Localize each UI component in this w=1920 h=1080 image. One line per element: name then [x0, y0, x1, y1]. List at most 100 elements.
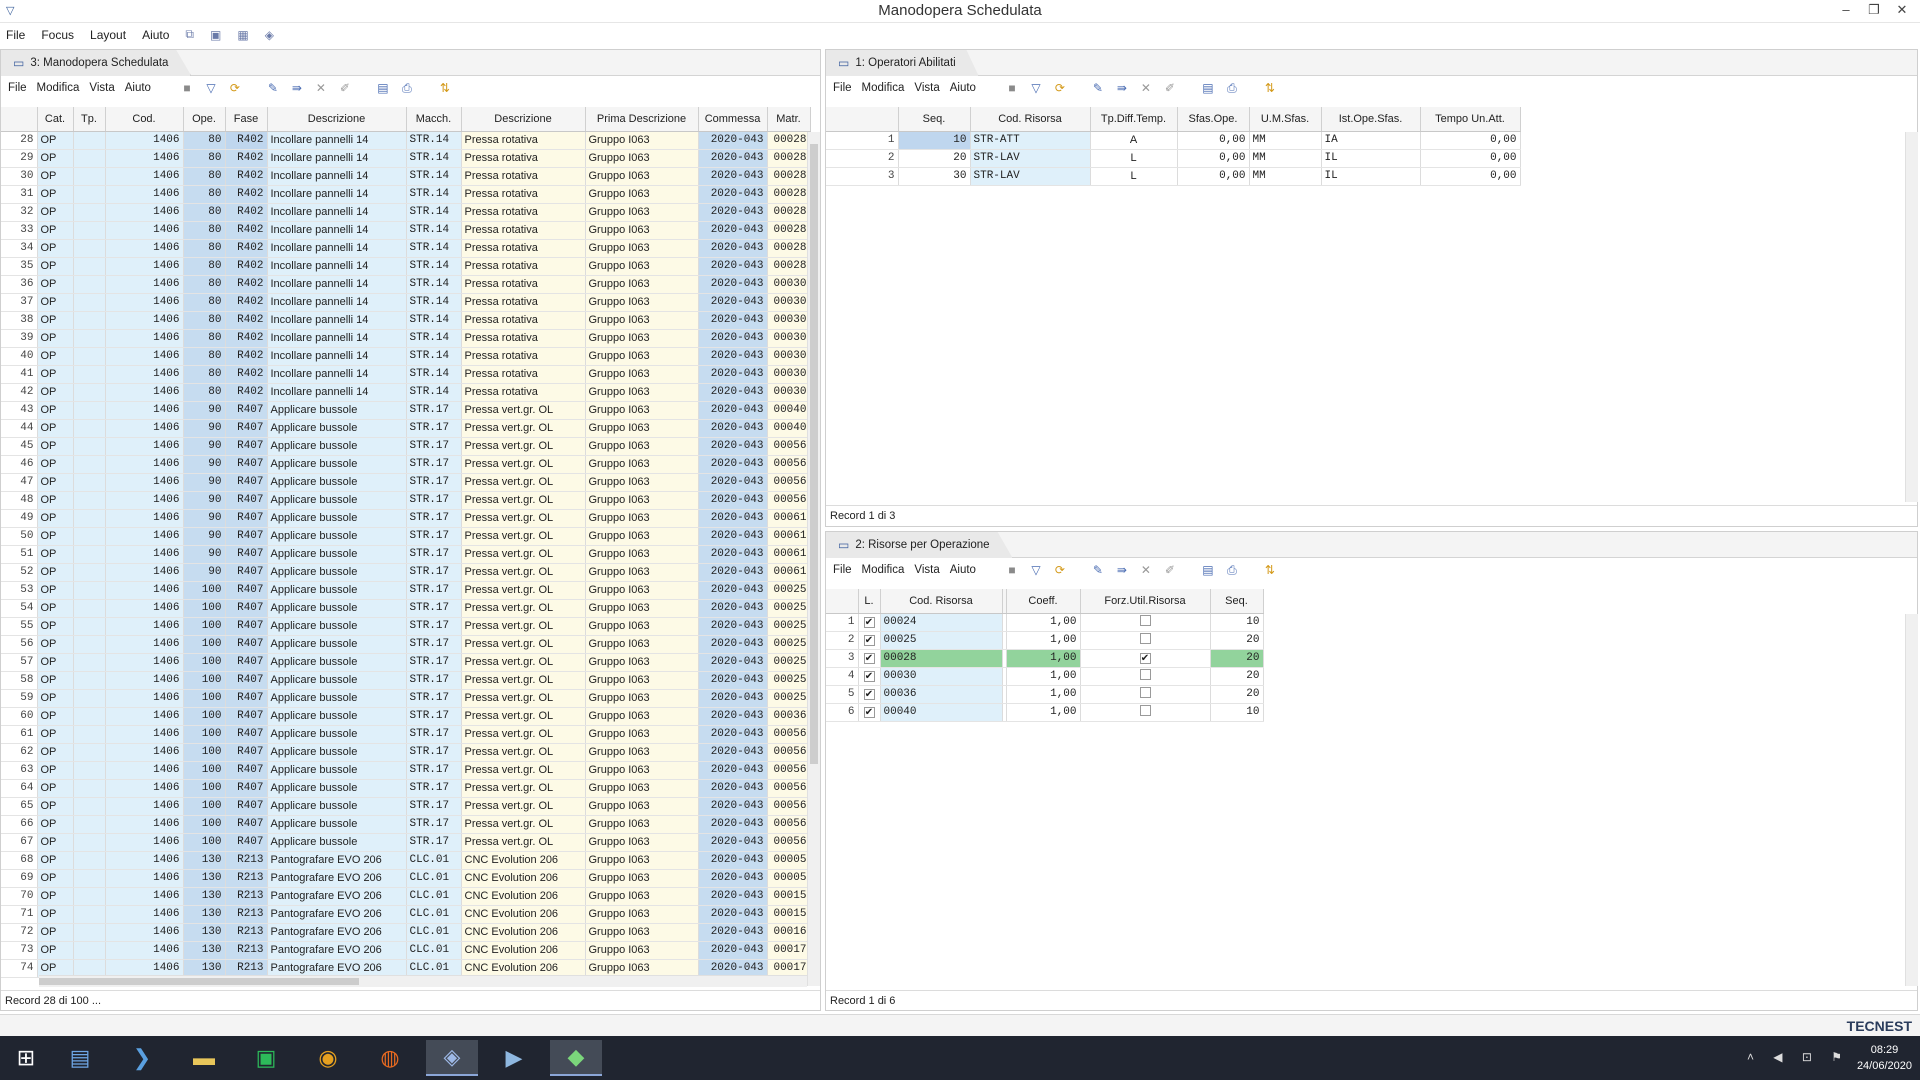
table-row[interactable]: 59 OP 1406 100 R407 Applicare bussole STR.17 Pr…: [1, 689, 811, 708]
column-header-forz-util-risorsa[interactable]: Forz.Util.Risorsa: [1080, 589, 1211, 614]
edit-icon[interactable]: ✎: [1086, 81, 1110, 95]
delete-icon[interactable]: ✕: [1134, 81, 1158, 95]
store-icon[interactable]: ▣: [240, 1040, 292, 1076]
table-row[interactable]: 29 OP 1406 80 R402 Incollare pannelli 14 STR.1…: [1, 149, 811, 168]
checkbox[interactable]: ✔: [863, 707, 875, 718]
menu-layout[interactable]: Layout: [90, 28, 126, 42]
column-header-tp[interactable]: Tp.: [73, 107, 106, 132]
checkbox[interactable]: ✔: [863, 671, 875, 682]
table-row[interactable]: 72 OP 1406 130 R213 Pantografare EVO 206 CLC.0…: [1, 923, 811, 942]
delete-icon[interactable]: ✕: [309, 81, 333, 95]
table-row[interactable]: 34 OP 1406 80 R402 Incollare pannelli 14 STR.1…: [1, 239, 811, 258]
table-row[interactable]: 56 OP 1406 100 R407 Applicare bussole STR.17 Pr…: [1, 635, 811, 654]
sort-icon[interactable]: ⇅: [1258, 563, 1282, 577]
menu-vista[interactable]: Vista: [89, 82, 114, 94]
table-row[interactable]: 31 OP 1406 80 R402 Incollare pannelli 14 STR.1…: [1, 185, 811, 204]
pencil-icon[interactable]: ✐: [333, 81, 357, 95]
table-row[interactable]: 55 OP 1406 100 R407 Applicare bussole STR.17 Pr…: [1, 617, 811, 636]
column-header-cod-risorsa[interactable]: Cod. Risorsa: [970, 107, 1091, 132]
menu-aiuto[interactable]: Aiuto: [950, 82, 976, 94]
stop-icon[interactable]: ■: [1000, 563, 1024, 577]
menu-aiuto[interactable]: Aiuto: [950, 564, 976, 576]
filter-icon[interactable]: ▽: [199, 81, 223, 95]
grid-icon[interactable]: ▤: [1196, 81, 1220, 95]
windows-start-icon[interactable]: ⊞: [0, 1040, 52, 1076]
insert-icon[interactable]: ⇛: [1110, 563, 1134, 577]
menu-file[interactable]: File: [833, 82, 852, 94]
filter-icon[interactable]: ▽: [1024, 563, 1048, 577]
checkbox[interactable]: ✔: [863, 653, 875, 664]
firefox-icon[interactable]: ◍: [364, 1040, 416, 1076]
restore-button[interactable]: ❐: [1864, 2, 1884, 18]
table-row[interactable]: 41 OP 1406 80 R402 Incollare pannelli 14 STR.1…: [1, 365, 811, 384]
explorer-app-icon[interactable]: ▤: [54, 1040, 106, 1076]
table-row[interactable]: 51 OP 1406 90 R407 Applicare bussole STR.17 Pre…: [1, 545, 811, 564]
edit-icon[interactable]: ✎: [261, 81, 285, 95]
table-row[interactable]: 60 OP 1406 100 R407 Applicare bussole STR.17 Pr…: [1, 707, 811, 726]
table-row[interactable]: 69 OP 1406 130 R213 Pantografare EVO 206 CLC.0…: [1, 869, 811, 888]
checkbox[interactable]: ✔: [1139, 653, 1151, 664]
table-row[interactable]: 3 ✔ 00028 1,00 ✔ 20: [826, 649, 1264, 668]
table-row[interactable]: 1 ✔ 00024 1,00 10: [826, 613, 1264, 632]
table-row[interactable]: 5 ✔ 00036 1,00 20: [826, 685, 1264, 704]
table-row[interactable]: 6 ✔ 00040 1,00 10: [826, 703, 1264, 722]
focus-icon[interactable]: ⧉: [185, 27, 194, 42]
checkbox[interactable]: [1139, 669, 1151, 680]
column-header-sfas-ope[interactable]: Sfas.Ope.: [1177, 107, 1250, 132]
tecnest-app-icon[interactable]: ◆: [550, 1040, 602, 1076]
shield-icon[interactable]: ◈: [265, 28, 274, 42]
column-header-cat[interactable]: Cat.: [37, 107, 74, 132]
table-row[interactable]: 44 OP 1406 90 R407 Applicare bussole STR.17 Pre…: [1, 419, 811, 438]
table-row[interactable]: 54 OP 1406 100 R407 Applicare bussole STR.17 Pr…: [1, 599, 811, 618]
media-app-icon[interactable]: ▶: [488, 1040, 540, 1076]
table-row[interactable]: 61 OP 1406 100 R407 Applicare bussole STR.17 Pr…: [1, 725, 811, 744]
table-row[interactable]: 70 OP 1406 130 R213 Pantografare EVO 206 CLC.0…: [1, 887, 811, 906]
minimize-button[interactable]: –: [1836, 2, 1856, 17]
horizontal-scrollbar[interactable]: [39, 975, 807, 987]
table-row[interactable]: 52 OP 1406 90 R407 Applicare bussole STR.17 Pre…: [1, 563, 811, 582]
menu-focus[interactable]: Focus: [41, 28, 74, 42]
pencil-icon[interactable]: ✐: [1158, 563, 1182, 577]
column-header-seq[interactable]: Seq.: [1210, 589, 1264, 614]
delete-icon[interactable]: ✕: [1134, 563, 1158, 577]
column-header-commessa[interactable]: Commessa: [698, 107, 768, 132]
tab-operatori-abilitati[interactable]: ▭ 1: Operatori Abilitati: [826, 50, 979, 76]
menu-vista[interactable]: Vista: [914, 564, 939, 576]
print-icon[interactable]: ⎙: [395, 81, 419, 96]
column-header-tp-diff-temp[interactable]: Tp.Diff.Temp.: [1090, 107, 1178, 132]
column-header-macch-descrizione[interactable]: Descrizione: [461, 107, 586, 132]
table-row[interactable]: 68 OP 1406 130 R213 Pantografare EVO 206 CLC.0…: [1, 851, 811, 870]
table-row[interactable]: 30 OP 1406 80 R402 Incollare pannelli 14 STR.1…: [1, 167, 811, 186]
sort-icon[interactable]: ⇅: [433, 81, 457, 95]
column-header-row-number[interactable]: [1, 107, 38, 132]
table-row[interactable]: 48 OP 1406 90 R407 Applicare bussole STR.17 Pre…: [1, 491, 811, 510]
table-row[interactable]: 37 OP 1406 80 R402 Incollare pannelli 14 STR.1…: [1, 293, 811, 312]
table-row[interactable]: 36 OP 1406 80 R402 Incollare pannelli 14 STR.1…: [1, 275, 811, 294]
table-row[interactable]: 49 OP 1406 90 R407 Applicare bussole STR.17 Pre…: [1, 509, 811, 528]
table-row[interactable]: 58 OP 1406 100 R407 Applicare bussole STR.17 Pr…: [1, 671, 811, 690]
menu-aiuto[interactable]: Aiuto: [125, 82, 151, 94]
table-row[interactable]: 42 OP 1406 80 R402 Incollare pannelli 14 STR.1…: [1, 383, 811, 402]
column-header-coeff[interactable]: Coeff.: [1006, 589, 1081, 614]
close-button[interactable]: ✕: [1892, 2, 1912, 18]
table-row[interactable]: 32 OP 1406 80 R402 Incollare pannelli 14 STR.1…: [1, 203, 811, 222]
table-row[interactable]: 2 ✔ 00025 1,00 20: [826, 631, 1264, 650]
refresh-icon[interactable]: ⟳: [223, 81, 247, 95]
column-header-ist-ope-sfas[interactable]: Ist.Ope.Sfas.: [1321, 107, 1421, 132]
system-tray[interactable]: ˄ ◀ ⊡ ⚑: [1747, 1050, 1850, 1064]
table-row[interactable]: 64 OP 1406 100 R407 Applicare bussole STR.17 Pr…: [1, 779, 811, 798]
print-icon[interactable]: ⎙: [1220, 81, 1244, 96]
print-icon[interactable]: ⎙: [1220, 563, 1244, 578]
menu-file[interactable]: File: [6, 28, 25, 42]
column-header-macch[interactable]: Macch.: [406, 107, 462, 132]
table-row[interactable]: 33 OP 1406 80 R402 Incollare pannelli 14 STR.1…: [1, 221, 811, 240]
table-row[interactable]: 43 OP 1406 90 R407 Applicare bussole STR.17 Pre…: [1, 401, 811, 420]
table-row[interactable]: 4 ✔ 00030 1,00 20: [826, 667, 1264, 686]
column-header-row-number[interactable]: [826, 589, 859, 614]
column-header-prima-descrizione[interactable]: Prima Descrizione: [585, 107, 699, 132]
table-row[interactable]: 39 OP 1406 80 R402 Incollare pannelli 14 STR.1…: [1, 329, 811, 348]
layout-icon[interactable]: ▣: [210, 28, 221, 42]
table-row[interactable]: 57 OP 1406 100 R407 Applicare bussole STR.17 Pr…: [1, 653, 811, 672]
clock[interactable]: 08:29 24/06/2020: [1857, 1042, 1912, 1074]
column-header-um-sfas[interactable]: U.M.Sfas.: [1249, 107, 1322, 132]
